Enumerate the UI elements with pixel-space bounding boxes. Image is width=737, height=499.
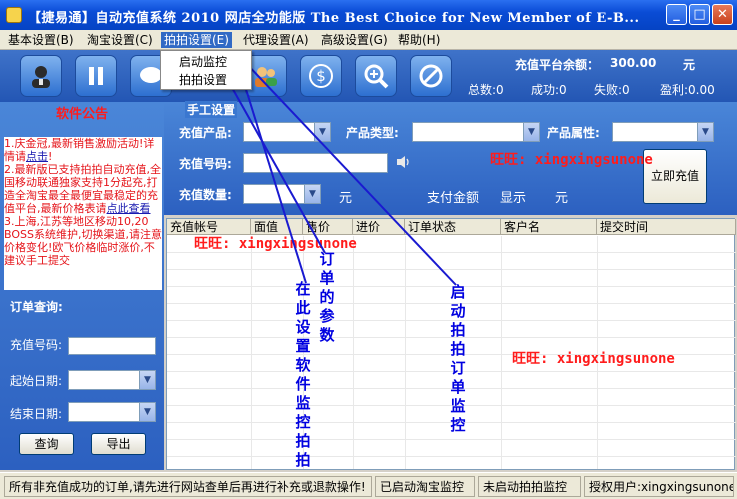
qty-unit: 元 (339, 191, 353, 206)
app-icon (6, 7, 22, 23)
chevron-down-icon: ▼ (314, 123, 330, 141)
menu-bar: 基本设置(B) 淘宝设置(C) 拍拍设置(E) 代理设置(A) 高级设置(G) … (0, 30, 737, 50)
status-bar: 所有非充值成功的订单,请先进行网站查单后再进行补充或退款操作! 已启动淘宝监控 … (0, 472, 737, 499)
zoom-icon (364, 64, 389, 89)
wangwang-watermark: 旺旺: xingxingsunone (512, 351, 675, 367)
query-end-date[interactable]: ▼ (68, 402, 156, 422)
col-time[interactable]: 提交时间 (597, 219, 736, 235)
notice-text: 1.庆金冠,最新销售激励活动!详情请点击! 2.最新版已支持拍拍自动充值,全国移… (4, 137, 162, 290)
manual-title: 手工设置 (185, 101, 238, 118)
col-status[interactable]: 订单状态 (405, 219, 501, 235)
export-button[interactable]: 导出 (91, 433, 146, 455)
stop-button[interactable] (410, 55, 452, 97)
stat-failed: 失败:0 (594, 83, 630, 97)
notice-link-price[interactable]: 点此查看 (107, 202, 151, 215)
svg-text:$: $ (316, 67, 326, 85)
dollar-icon: $ (309, 64, 333, 88)
wangwang-watermark: 旺旺: xingxingsunone (490, 152, 653, 168)
stop-icon (419, 64, 443, 88)
attr-label: 产品属性: (547, 126, 600, 140)
menu-agent-settings[interactable]: 代理设置(A) (240, 32, 312, 48)
order-query: 订单查询: 充值号码: 起始日期: ▼ 结束日期: ▼ 查询 导出 (4, 292, 160, 464)
user-button[interactable] (20, 55, 62, 97)
dollar-button[interactable]: $ (300, 55, 342, 97)
minimize-button[interactable]: _ (666, 4, 687, 25)
note-settings: 在此设置软件监控拍拍 (295, 280, 311, 469)
col-customer[interactable]: 客户名 (501, 219, 597, 235)
query-end-label: 结束日期: (10, 407, 63, 421)
stat-profit: 盈利:0.00 (660, 83, 715, 97)
status-paipai: 未启动拍拍监控 (478, 476, 581, 497)
chevron-down-icon: ▼ (304, 185, 320, 203)
menu-advanced-settings[interactable]: 高级设置(G) (318, 32, 391, 48)
product-label: 充值产品: (179, 126, 232, 140)
balance-unit: 元 (683, 58, 696, 72)
title-bar: 【捷易通】自动充值系统 2010 网店全功能版 The Best Choice … (0, 0, 737, 30)
menu-basic-settings[interactable]: 基本设置(B) (5, 32, 77, 48)
pay-unit: 元 (555, 191, 569, 206)
notice-link-click[interactable]: 点击 (26, 150, 48, 163)
menu-taobao-settings[interactable]: 淘宝设置(C) (84, 32, 156, 48)
query-start-date[interactable]: ▼ (68, 370, 156, 390)
maximize-button[interactable]: □ (689, 4, 710, 25)
dropdown-paipai-settings[interactable]: 拍拍设置 (179, 71, 227, 89)
note-params: 订单的参数 (319, 250, 335, 344)
menu-paipai-settings[interactable]: 拍拍设置(E) (161, 32, 232, 48)
pause-icon (89, 67, 103, 85)
status-user: 授权用户:xingxingsunone (584, 476, 734, 497)
pay-value: 显示 (500, 191, 527, 206)
chevron-down-icon: ▼ (523, 123, 539, 141)
balance-value: 300.00 (610, 56, 657, 70)
dropdown-start-monitor[interactable]: 启动监控 (179, 53, 227, 71)
status-taobao: 已启动淘宝监控 (375, 476, 475, 497)
note-start-monitor: 启动拍拍订单监控 (450, 283, 466, 434)
chevron-down-icon: ▼ (139, 403, 155, 421)
paipai-dropdown: 启动监控 拍拍设置 (160, 50, 252, 90)
query-start-label: 起始日期: (10, 374, 63, 388)
col-cost[interactable]: 进价 (353, 219, 405, 235)
user-icon (32, 66, 50, 88)
number-input[interactable] (243, 153, 388, 173)
menu-help[interactable]: 帮助(H) (395, 32, 443, 48)
qty-select[interactable]: ▼ (243, 184, 321, 204)
users-icon (255, 67, 277, 87)
notice-title: 软件公告 (55, 107, 108, 122)
attr-select[interactable]: ▼ (612, 122, 714, 142)
status-message: 所有非充值成功的订单,请先进行网站查单后再进行补充或退款操作! (4, 476, 372, 497)
query-number-label: 充值号码: (10, 338, 63, 352)
stat-success: 成功:0 (531, 83, 567, 97)
query-title: 订单查询: (10, 300, 63, 314)
query-number-input[interactable] (68, 337, 156, 355)
chevron-down-icon: ▼ (139, 371, 155, 389)
qty-label: 充值数量: (179, 188, 232, 202)
pause-button[interactable] (75, 55, 117, 97)
number-label: 充值号码: (179, 157, 232, 171)
window-title: 【捷易通】自动充值系统 2010 网店全功能版 The Best Choice … (28, 11, 640, 26)
type-select[interactable]: ▼ (412, 122, 540, 142)
pay-label: 支付金额 (427, 191, 480, 206)
balance-label: 充值平台余额： (515, 58, 600, 72)
chevron-down-icon: ▼ (697, 123, 713, 141)
speaker-icon[interactable] (395, 154, 411, 170)
search-button[interactable]: 查询 (19, 433, 74, 455)
type-label: 产品类型: (346, 126, 399, 140)
stat-total: 总数:0 (468, 83, 504, 97)
product-select[interactable]: ▼ (243, 122, 331, 142)
zoom-button[interactable] (355, 55, 397, 97)
close-button[interactable]: ✕ (712, 4, 733, 25)
